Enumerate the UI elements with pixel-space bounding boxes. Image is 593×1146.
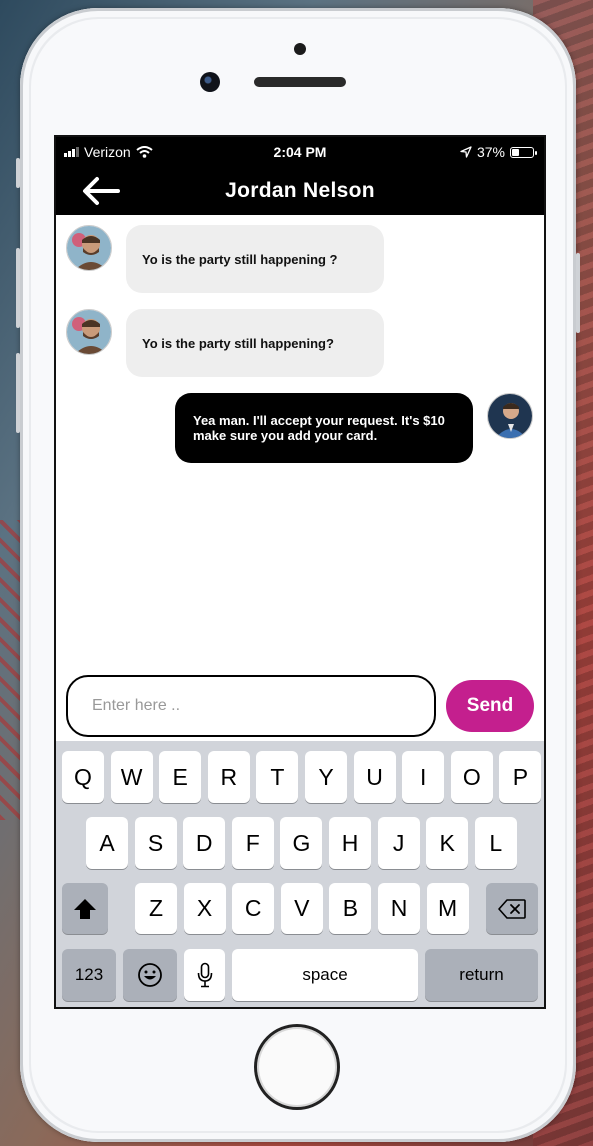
message-text: Yo is the party still happening? [142,335,334,351]
send-button[interactable]: Send [446,680,534,732]
battery-icon [510,146,537,158]
app-screen: Verizon 2:04 PM 37% Jordan Nelson Yo is … [54,135,546,1009]
key-d[interactable]: D [183,817,226,869]
key-h[interactable]: H [329,817,371,869]
front-camera-icon [200,72,220,92]
key-k[interactable]: K [426,817,469,869]
power-button [576,253,580,333]
key-u[interactable]: U [353,751,396,803]
mute-switch [16,158,20,188]
message-list: Yo is the party still happening ? Yo is … [56,215,544,665]
return-key[interactable]: return [425,949,538,1001]
key-j[interactable]: J [377,817,420,869]
microphone-icon [197,962,212,988]
incoming-message-bubble: Yo is the party still happening? [126,309,384,377]
message-text: Yea man. I'll accept your request. It's … [193,413,445,443]
key-g[interactable]: G [280,817,323,869]
proximity-sensor [294,43,306,55]
key-a[interactable]: A [86,817,128,869]
key-b[interactable]: B [329,883,372,934]
shift-key[interactable] [62,883,108,934]
earpiece-speaker [254,77,346,87]
message-composer: Send [56,667,544,741]
numbers-key[interactable]: 123 [62,949,116,1001]
key-f[interactable]: F [231,817,274,869]
contact-avatar[interactable] [66,309,112,355]
nav-bar: Jordan Nelson [56,167,544,215]
key-m[interactable]: M [426,883,469,934]
key-x[interactable]: X [183,883,226,934]
key-z[interactable]: Z [135,883,177,934]
incoming-message-bubble: Yo is the party still happening ? [126,225,384,293]
contact-avatar-image [67,310,111,354]
my-avatar-image [488,394,532,438]
message-input[interactable] [66,675,436,737]
key-w[interactable]: W [110,751,153,803]
emoji-icon [138,963,162,987]
key-p[interactable]: P [499,751,542,803]
location-arrow-icon [460,146,472,158]
key-r[interactable]: R [207,751,250,803]
status-right: 37% [460,144,537,160]
key-e[interactable]: E [159,751,202,803]
home-button[interactable] [254,1024,340,1110]
battery-percent: 37% [476,144,505,160]
battery-fill [512,148,520,156]
shift-arrow-icon [74,898,96,919]
key-l[interactable]: L [474,817,517,869]
ios-keyboard: 123 space return QWERTYUIOP ASDFGHJKL ZXCV… [56,741,544,1007]
contact-name-title: Jordan Nelson [225,179,375,202]
message-text: Yo is the party still happening ? [142,251,338,267]
outgoing-message-bubble: Yea man. I'll accept your request. It's … [175,393,473,463]
phone-frame: Verizon 2:04 PM 37% Jordan Nelson Yo is … [16,8,580,1142]
key-t[interactable]: T [256,751,299,803]
key-v[interactable]: V [280,883,323,934]
key-c[interactable]: C [232,883,275,934]
key-s[interactable]: S [134,817,177,869]
volume-down-button [16,353,20,433]
key-y[interactable]: Y [305,751,347,803]
backspace-key[interactable] [486,883,538,934]
space-key[interactable]: space [232,949,418,1001]
contact-avatar-image [67,226,111,270]
key-i[interactable]: I [402,751,445,803]
contact-avatar[interactable] [66,225,112,271]
status-bar: Verizon 2:04 PM 37% [56,137,544,167]
emoji-key[interactable] [123,949,177,1001]
dictation-key[interactable] [184,949,225,1001]
key-o[interactable]: O [450,751,493,803]
key-q[interactable]: Q [62,751,104,803]
my-avatar[interactable] [487,393,533,439]
key-n[interactable]: N [378,883,420,934]
backspace-icon [498,898,526,919]
volume-up-button [16,248,20,328]
